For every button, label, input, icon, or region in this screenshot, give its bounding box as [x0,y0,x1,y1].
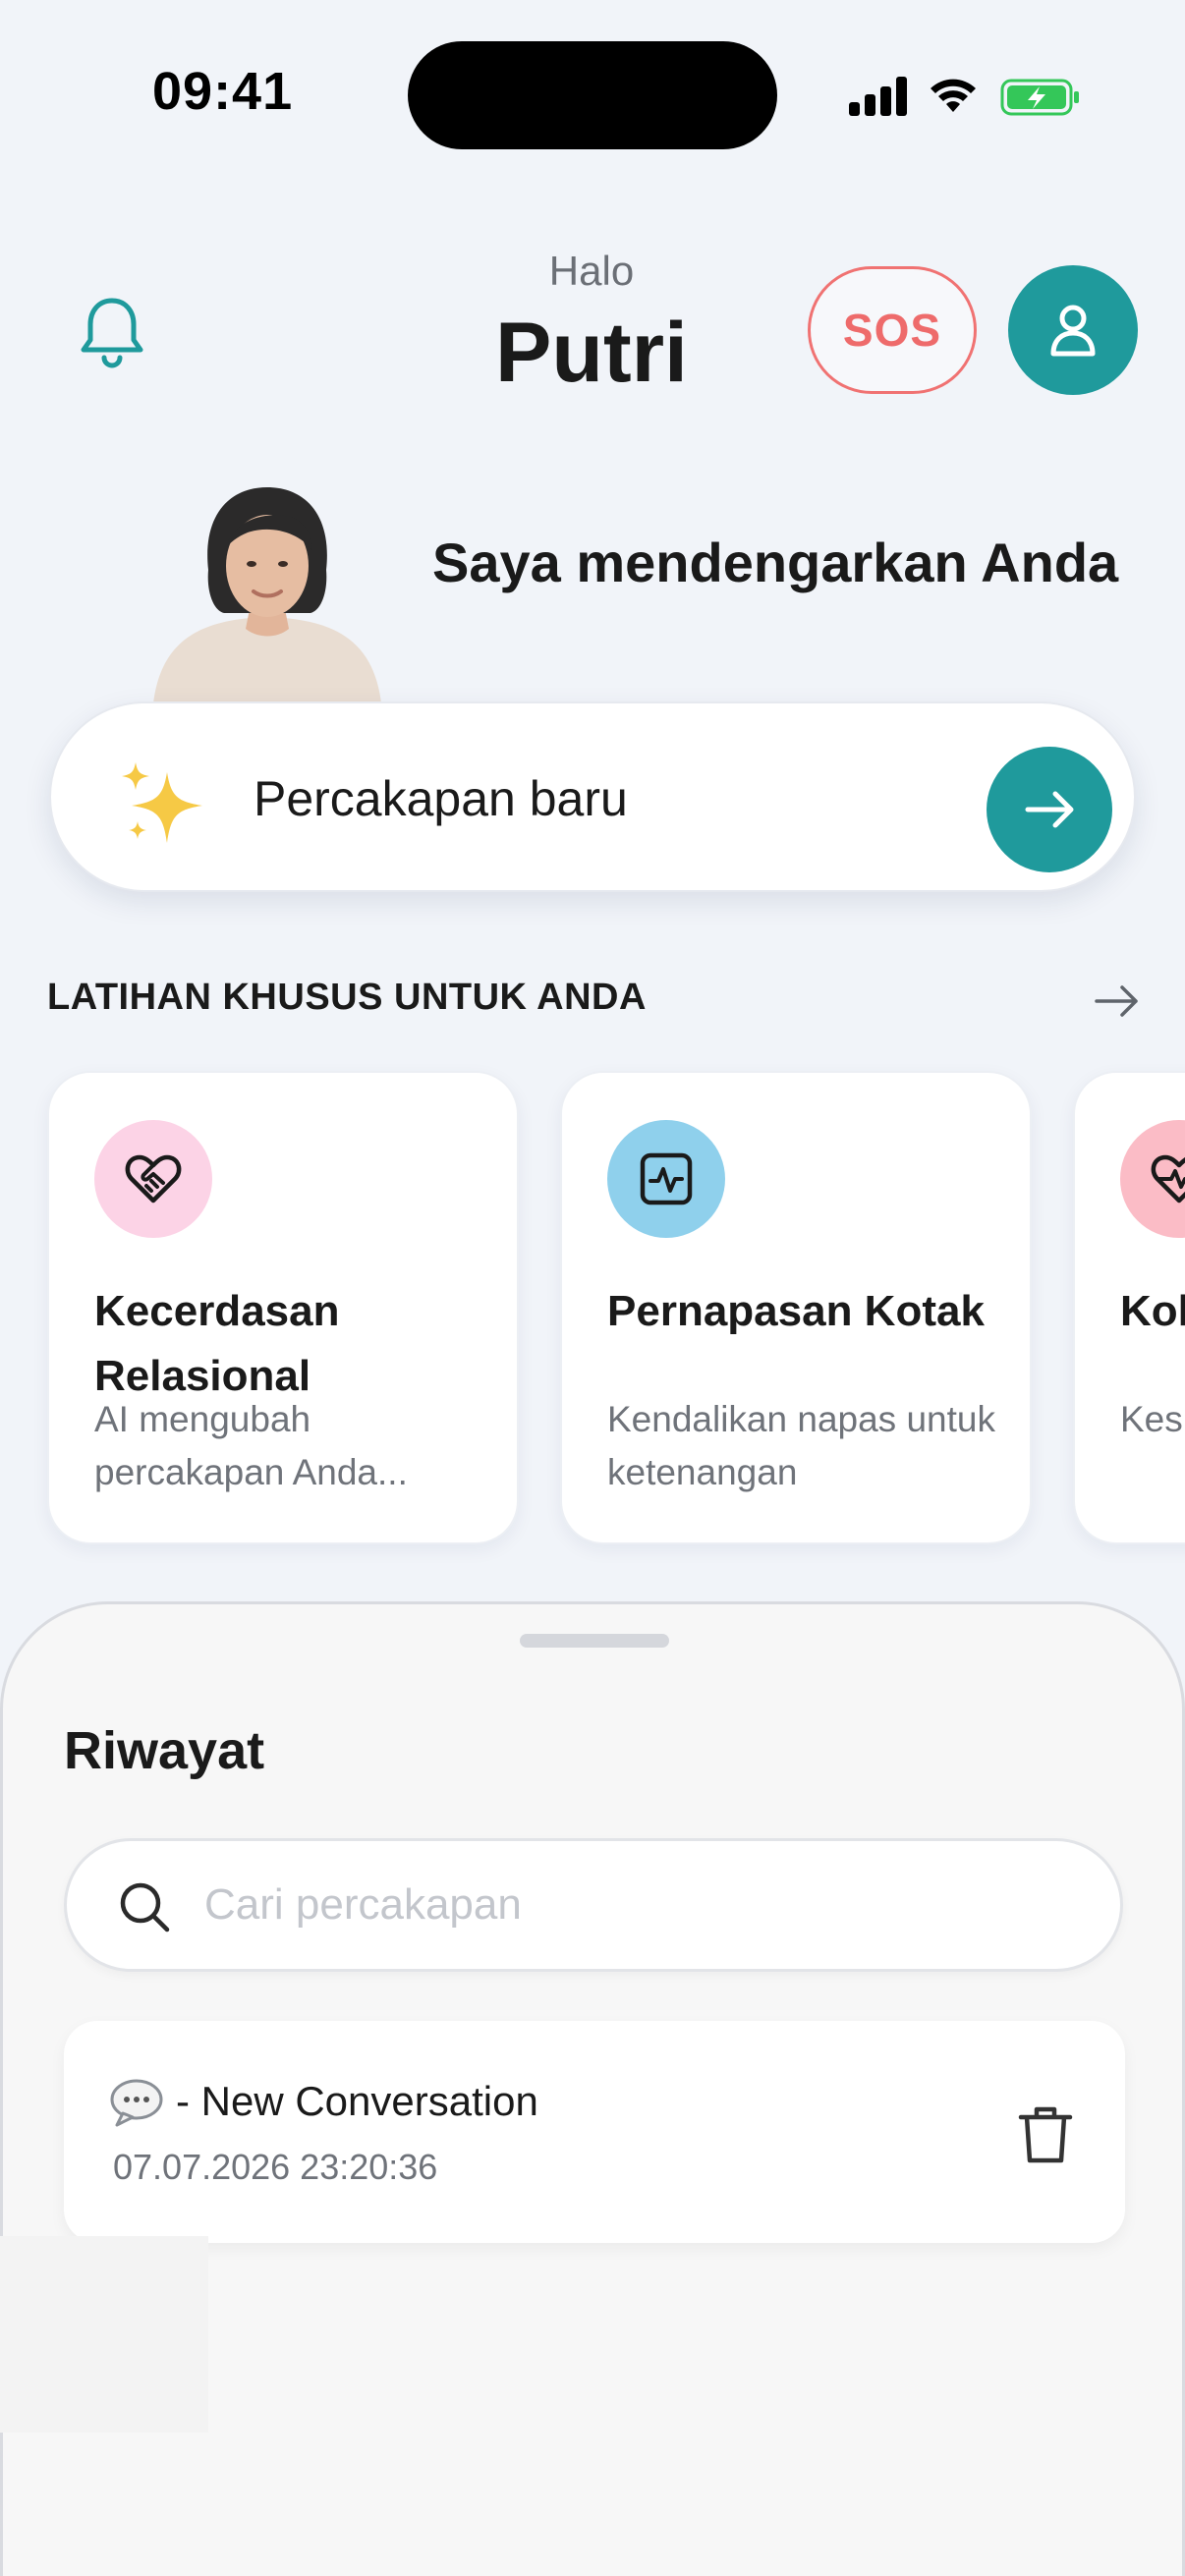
user-name: Putri [495,306,688,400]
heart-pulse-icon [1151,1154,1185,1204]
exercise-card[interactable]: Koh Jan Kes jant [1073,1071,1185,1544]
exercises-section-title: LATIHAN KHUSUS UNTUK ANDA [47,977,647,1018]
exercise-icon-bg [94,1120,212,1238]
cellular-signal-icon [849,77,908,116]
see-all-arrow-icon[interactable] [1093,977,1142,1026]
exercise-card[interactable]: Kecerdasan Relasional AI mengubah percak… [47,1071,519,1544]
search-placeholder: Cari percakapan [204,1880,522,1929]
assistant-avatar [153,487,381,703]
bell-icon [81,298,143,368]
new-conversation-button[interactable]: Percakapan baru [49,701,1136,892]
speech-bubble-icon [110,2079,163,2127]
notifications-button[interactable] [75,291,149,369]
status-bar: 09:41 [0,0,1185,187]
battery-charging-icon [1000,79,1079,116]
exercise-card[interactable]: Pernapasan Kotak Kendalikan napas untuk … [560,1071,1032,1544]
wifi-icon [931,79,976,112]
heart-handshake-icon [125,1154,182,1204]
exercise-description: Kes jant [1120,1399,1185,1439]
sheet-grabber[interactable] [520,1634,669,1648]
status-time: 09:41 [152,62,294,121]
greeting-label: Halo [548,248,635,294]
new-conversation-label: Percakapan baru [254,771,628,826]
exercise-icon-bg [607,1120,725,1238]
exercise-title: Koh Jan [1120,1287,1185,1335]
exercise-description: AI mengubah percakapan Anda... [94,1399,408,1492]
hero-tagline: Saya mendengarkan Anda [432,532,1119,593]
arrow-right-icon [1025,791,1074,828]
home-screen: 09:41 Halo Putri SOS Saya mendengarkan A… [0,0,1185,2576]
exercise-description: Kendalikan napas untuk ketenangan [607,1399,995,1492]
overlay-placeholder [0,2236,208,2433]
sparkles-icon [122,762,202,843]
exercise-title: Pernapasan Kotak [607,1287,985,1335]
trash-icon[interactable] [1017,2103,1074,2166]
search-input[interactable]: Cari percakapan [64,1838,1123,1972]
exercise-icon-bg [1120,1120,1185,1238]
exercise-title: Kecerdasan Relasional [94,1287,340,1400]
history-item-title: - New Conversation [176,2078,538,2124]
activity-square-icon [640,1152,693,1205]
sos-button[interactable]: SOS [808,266,977,394]
history-title: Riwayat [64,1721,265,1780]
history-item-date: 07.07.2026 23:20:36 [113,2147,438,2187]
profile-button[interactable] [1008,265,1138,395]
history-list-item[interactable]: - New Conversation 07.07.2026 23:20:36 [64,2021,1125,2243]
user-icon [1050,305,1096,357]
dynamic-island [408,41,777,149]
start-conversation-button[interactable] [987,747,1112,872]
search-icon [120,1882,170,1932]
